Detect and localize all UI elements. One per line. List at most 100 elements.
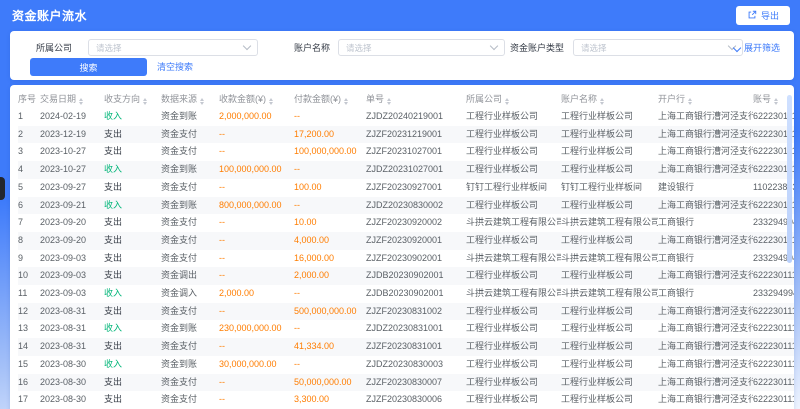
- cell-date: 2023-08-30: [40, 356, 104, 374]
- account-name-filter-select[interactable]: 请选择: [338, 39, 505, 56]
- search-button[interactable]: 搜索: [30, 58, 147, 76]
- cell-order_no: ZJZF20230830006: [366, 391, 466, 409]
- cell-source: 资金到账: [161, 108, 219, 126]
- cell-bank: 上海工商银行漕河泾支行: [658, 338, 753, 356]
- sort-icon[interactable]: [200, 98, 204, 105]
- cell-source: 资金到账: [161, 320, 219, 338]
- cell-no: 7: [18, 214, 40, 232]
- account-type-filter-select[interactable]: 请选择: [573, 39, 743, 56]
- table-row: 52023-09-27支出资金支付--100.00ZJZF20230927001…: [18, 179, 794, 197]
- cell-account: 工程行业样板公司: [561, 374, 658, 392]
- sort-icon[interactable]: [143, 98, 147, 105]
- cell-account: 工程行业样板公司: [561, 320, 658, 338]
- cell-no: 16: [18, 374, 40, 392]
- cell-payment: 41,334.00: [294, 338, 366, 356]
- column-header-3[interactable]: 数据来源: [161, 88, 219, 108]
- column-header-6[interactable]: 单号: [366, 88, 466, 108]
- cell-company: 工程行业样板公司: [466, 356, 561, 374]
- cell-no: 13: [18, 320, 40, 338]
- export-icon: [747, 10, 757, 20]
- cell-no: 11: [18, 285, 40, 303]
- cell-receipt: --: [219, 338, 294, 356]
- export-label: 导出: [761, 9, 779, 22]
- cell-order_no: ZJZF20230902001: [366, 250, 466, 268]
- flow-table-card: 序号交易日期 收支方向 数据来源收款金额(¥)付款金额(¥)单号 所属公司账户名称开户…: [10, 85, 794, 409]
- top-bar: 资金账户流水 导出: [0, 0, 800, 30]
- expand-filters-link[interactable]: 展开筛选: [734, 40, 780, 57]
- cell-bank: 建设银行: [658, 179, 753, 197]
- column-header-label: 序号: [18, 94, 36, 104]
- cell-payment: 100.00: [294, 179, 366, 197]
- export-button[interactable]: 导出: [736, 6, 790, 25]
- cell-order_no: ZJZF20230927001: [366, 179, 466, 197]
- cell-source: 资金支付: [161, 303, 219, 321]
- cell-source: 资金支付: [161, 143, 219, 161]
- company-filter-select[interactable]: 请选择: [88, 39, 258, 56]
- cell-bank: 工商银行: [658, 250, 753, 268]
- column-header-4[interactable]: 收款金额(¥): [219, 88, 294, 108]
- cell-account: 工程行业样板公司: [561, 267, 658, 285]
- column-header-9[interactable]: 开户行: [658, 88, 753, 108]
- column-header-1[interactable]: 交易日期: [40, 88, 104, 108]
- column-header-label: 收支方向: [104, 94, 140, 104]
- column-header-8[interactable]: 账户名称: [561, 88, 658, 108]
- cell-account_no: 622230111: [753, 267, 794, 285]
- cell-company: 斗拱云建筑工程有限公司: [466, 214, 561, 232]
- cell-account: 工程行业样板公司: [561, 143, 658, 161]
- sort-icon[interactable]: [505, 98, 509, 105]
- cell-source: 资金支付: [161, 250, 219, 268]
- cell-company: 斗拱云建筑工程有限公司: [466, 250, 561, 268]
- chevron-down-icon: [733, 43, 741, 51]
- flow-table: 序号交易日期 收支方向 数据来源收款金额(¥)付款金额(¥)单号 所属公司账户名称开户…: [18, 88, 794, 409]
- cell-order_no: ZJZF20230831002: [366, 303, 466, 321]
- cell-order_no: ZJDB20230902001: [366, 267, 466, 285]
- cell-account_no: 622230111: [753, 391, 794, 409]
- cell-company: 工程行业样板公司: [466, 391, 561, 409]
- cell-order_no: ZJDZ20231027001: [366, 161, 466, 179]
- cell-payment: 16,000.00: [294, 250, 366, 268]
- cell-direction: 支出: [104, 303, 161, 321]
- cell-company: 工程行业样板公司: [466, 108, 561, 126]
- column-header-2[interactable]: 收支方向: [104, 88, 161, 108]
- column-header-7[interactable]: 所属公司: [466, 88, 561, 108]
- cell-source: 资金支付: [161, 232, 219, 250]
- cell-account: 斗拱云建筑工程有限公司: [561, 250, 658, 268]
- cell-company: 斗拱云建筑工程有限公司: [466, 285, 561, 303]
- table-row: 42023-10-27收入资金到账100,000,000.00--ZJDZ202…: [18, 161, 794, 179]
- cell-order_no: ZJDB20230902001: [366, 285, 466, 303]
- cell-date: 2023-08-30: [40, 391, 104, 409]
- cell-direction: 收入: [104, 197, 161, 215]
- cell-source: 资金调入: [161, 285, 219, 303]
- sort-icon[interactable]: [387, 98, 391, 105]
- vertical-scrollbar-thumb[interactable]: [787, 95, 792, 263]
- cell-source: 资金支付: [161, 214, 219, 232]
- cell-account: 工程行业样板公司: [561, 108, 658, 126]
- sort-icon[interactable]: [79, 98, 83, 105]
- cell-account_no: 622230111: [753, 320, 794, 338]
- table-row: 72023-09-20支出资金支付--10.00ZJZF20230920002斗…: [18, 214, 794, 232]
- sort-icon[interactable]: [269, 98, 273, 105]
- sort-icon[interactable]: [774, 98, 778, 105]
- sort-icon[interactable]: [600, 98, 604, 105]
- clear-search-button[interactable]: 清空搜索: [157, 58, 193, 76]
- cell-no: 9: [18, 250, 40, 268]
- cell-payment: 17,200.00: [294, 126, 366, 144]
- cell-bank: 上海工商银行漕河泾支行: [658, 320, 753, 338]
- column-header-5[interactable]: 付款金额(¥): [294, 88, 366, 108]
- cell-direction: 支出: [104, 214, 161, 232]
- cell-account_no: 622230111: [753, 356, 794, 374]
- sort-icon[interactable]: [688, 98, 692, 105]
- table-row: 172023-08-30支出资金支付--3,300.00ZJZF20230830…: [18, 391, 794, 409]
- column-header-label: 单号: [366, 94, 384, 104]
- cell-company: 工程行业样板公司: [466, 161, 561, 179]
- cell-company: 工程行业样板公司: [466, 197, 561, 215]
- cell-date: 2023-09-27: [40, 179, 104, 197]
- sort-icon[interactable]: [344, 98, 348, 105]
- cell-payment: --: [294, 356, 366, 374]
- account-name-filter-placeholder: 请选择: [346, 42, 372, 54]
- cell-direction: 支出: [104, 391, 161, 409]
- cell-source: 资金到账: [161, 356, 219, 374]
- company-filter-placeholder: 请选择: [96, 42, 122, 54]
- column-header-label: 交易日期: [40, 94, 76, 104]
- side-panel-handle[interactable]: [0, 177, 5, 200]
